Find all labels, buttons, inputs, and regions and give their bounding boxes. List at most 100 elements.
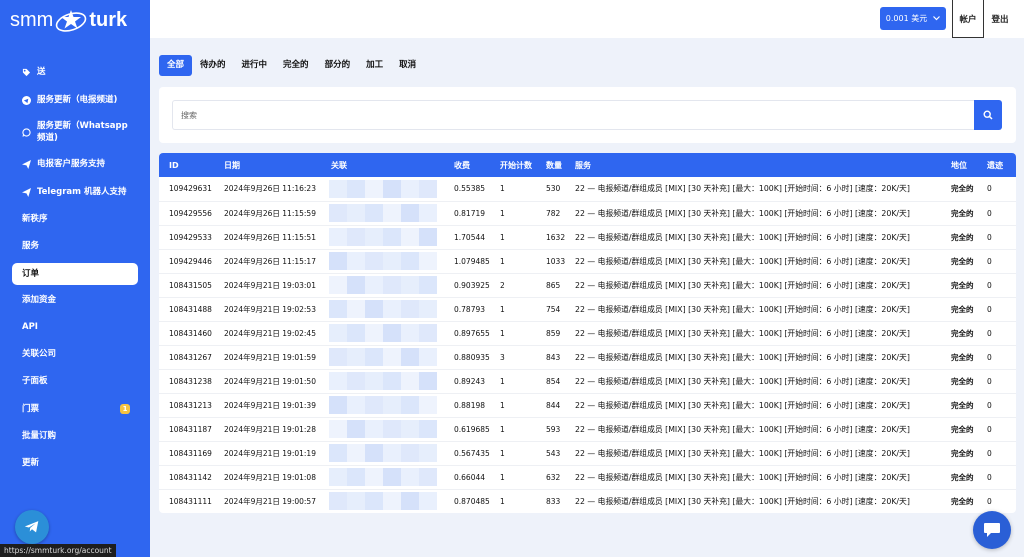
cell-date: 2024年9月21日 19:03:01 — [224, 280, 316, 290]
cell-link[interactable] — [321, 489, 444, 513]
cell-status: 完全的 — [951, 304, 974, 314]
cell-quantity: 865 — [546, 280, 561, 290]
cell-service: 22 — 电报频道/群组成员 [MIX] [30 天补充] [最大：100K] … — [575, 280, 910, 290]
sidebar-item-api[interactable]: API — [12, 321, 138, 333]
cell-link[interactable] — [321, 393, 444, 417]
cell-quantity: 859 — [546, 328, 561, 338]
sidebar-item-tickets[interactable]: 门票 1 — [12, 403, 138, 415]
cell-remains: 0 — [987, 184, 992, 194]
redacted-link — [329, 324, 439, 342]
redacted-link — [329, 179, 439, 198]
cell-link[interactable] — [321, 249, 444, 273]
redacted-link — [329, 252, 439, 270]
cell-remains: 0 — [987, 448, 992, 458]
cell-service: 22 — 电报频道/群组成员 [MIX] [30 天补充] [最大：100K] … — [575, 352, 910, 362]
cell-link[interactable] — [321, 225, 444, 249]
sidebar-item-new-order[interactable]: 新秩序 — [12, 213, 138, 225]
cell-id: 108431187 — [169, 424, 212, 434]
cell-service: 22 — 电报频道/群组成员 [MIX] [30 天补充] [最大：100K] … — [575, 208, 910, 218]
sidebar-item-label: 门票 — [22, 404, 40, 414]
live-chat-button[interactable] — [973, 511, 1011, 549]
cell-status: 完全的 — [951, 280, 974, 290]
column-header-charge[interactable]: 收费 — [444, 153, 490, 177]
column-header-start-count[interactable]: 开始计数 — [490, 153, 536, 177]
sidebar-item-orders[interactable]: 订单 — [12, 263, 138, 285]
column-header-service[interactable]: 服务 — [565, 153, 941, 177]
sidebar-item-add-funds[interactable]: 添加资金 — [12, 294, 138, 306]
sidebar-item-label: Telegram 机器人支持 — [37, 187, 127, 197]
account-link[interactable]: 帐户 — [952, 0, 984, 38]
column-header-id[interactable]: ID — [159, 153, 214, 177]
tab-all[interactable]: 全部 — [159, 55, 193, 76]
cell-status: 完全的 — [951, 424, 974, 434]
balance-dropdown[interactable]: 0.001 美元 — [880, 7, 946, 30]
cell-start-count: 1 — [500, 304, 505, 314]
cell-status: 完全的 — [951, 352, 974, 362]
search-button[interactable] — [974, 100, 1002, 130]
sidebar-item-mass-order[interactable]: 批量订购 — [12, 430, 138, 442]
cell-id: 108431267 — [169, 352, 212, 362]
cell-charge: 0.89243 — [454, 376, 486, 386]
cell-link[interactable] — [321, 177, 444, 201]
cell-status: 完全的 — [951, 472, 974, 482]
column-header-link[interactable]: 关联 — [321, 153, 444, 177]
cell-quantity: 530 — [546, 184, 561, 194]
cell-link[interactable] — [321, 321, 444, 345]
tab-canceled[interactable]: 取消 — [391, 55, 424, 76]
cell-link[interactable] — [321, 465, 444, 489]
tab-in-progress[interactable]: 进行中 — [234, 55, 276, 76]
cell-start-count: 1 — [500, 424, 505, 434]
cell-service: 22 — 电报频道/群组成员 [MIX] [30 天补充] [最大：100K] … — [575, 424, 910, 434]
cell-quantity: 782 — [546, 208, 561, 218]
whatsapp-icon — [21, 127, 31, 137]
table-row: 109429533 2024年9月26日 11:15:51 1.70544 1 1632… — [159, 225, 1016, 249]
cell-remains: 0 — [987, 472, 992, 482]
logo[interactable]: smm turk — [10, 6, 127, 34]
sidebar-item-telegram-updates[interactable]: 服务更新（电报频道) — [12, 94, 138, 106]
cell-quantity: 754 — [546, 304, 561, 314]
cell-link[interactable] — [321, 417, 444, 441]
telegram-float-button[interactable] — [15, 510, 49, 544]
logout-link[interactable]: 登出 — [986, 0, 1014, 38]
sidebar-item-telegram-support[interactable]: 电报客户服务支持 — [12, 158, 138, 170]
cell-link[interactable] — [321, 201, 444, 225]
cell-quantity: 833 — [546, 496, 561, 506]
send-icon — [21, 159, 31, 169]
cell-link[interactable] — [321, 273, 444, 297]
column-header-remains[interactable]: 遗迹 — [977, 153, 1016, 177]
cell-status: 完全的 — [951, 256, 974, 266]
cell-date: 2024年9月21日 19:02:53 — [224, 304, 316, 314]
tab-processing[interactable]: 加工 — [358, 55, 391, 76]
search-input[interactable] — [172, 100, 974, 130]
sidebar-item-whatsapp-updates[interactable]: 服务更新（Whatsapp 频道) — [12, 120, 138, 144]
cell-start-count: 1 — [500, 256, 505, 266]
cell-status: 完全的 — [951, 448, 974, 458]
cell-id: 109429446 — [169, 256, 212, 266]
cell-service: 22 — 电报频道/群组成员 [MIX] [30 天补充] [最大：100K] … — [575, 448, 910, 458]
sidebar-item-updates[interactable]: 更新 — [12, 457, 138, 469]
cell-start-count: 1 — [500, 448, 505, 458]
cell-link[interactable] — [321, 441, 444, 465]
tab-partial[interactable]: 部分的 — [317, 55, 359, 76]
sidebar-item-telegram-bot[interactable]: Telegram 机器人支持 — [12, 186, 138, 198]
cell-link[interactable] — [321, 369, 444, 393]
sidebar-item-child-panel[interactable]: 子面板 — [12, 375, 138, 387]
cell-service: 22 — 电报频道/群组成员 [MIX] [30 天补充] [最大：100K] … — [575, 184, 910, 194]
cell-id: 108431142 — [169, 472, 212, 482]
column-header-date[interactable]: 日期 — [214, 153, 321, 177]
column-header-status[interactable]: 地位 — [941, 153, 977, 177]
telegram-icon — [21, 95, 31, 105]
column-header-quantity[interactable]: 数量 — [536, 153, 565, 177]
tab-pending[interactable]: 待办的 — [192, 55, 234, 76]
redacted-link — [329, 204, 439, 222]
cell-link[interactable] — [321, 297, 444, 321]
sidebar-item-send[interactable]: 送 — [12, 66, 138, 78]
tab-completed[interactable]: 完全的 — [275, 55, 317, 76]
redacted-link — [329, 396, 439, 414]
cell-start-count: 1 — [500, 472, 505, 482]
sidebar-item-affiliates[interactable]: 关联公司 — [12, 348, 138, 360]
cell-link[interactable] — [321, 345, 444, 369]
cell-quantity: 844 — [546, 400, 561, 410]
sidebar-item-services[interactable]: 服务 — [12, 240, 138, 252]
status-bar-url: https://smmturk.org/account — [0, 544, 116, 557]
